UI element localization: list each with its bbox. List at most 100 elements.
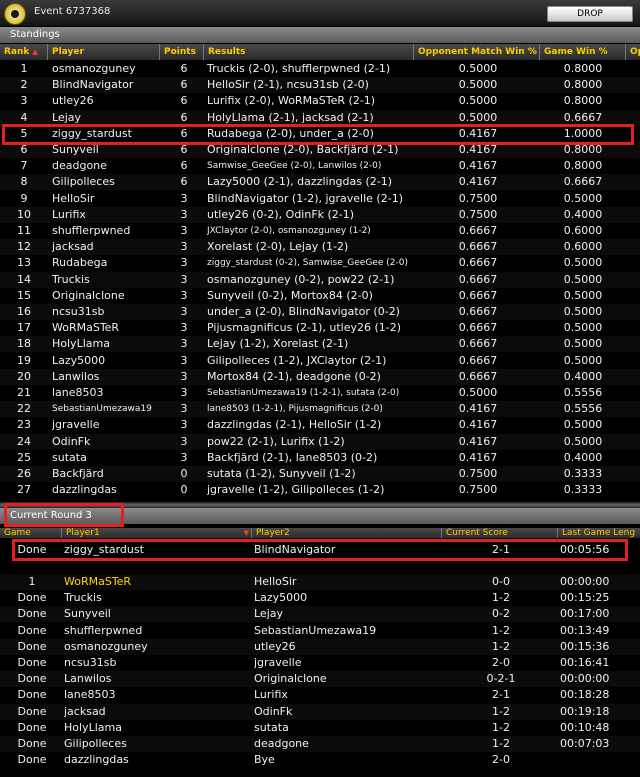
standings-row[interactable]: 15 Originalclone 3 Sunyveil (0-2), Mortox84… xyxy=(0,287,640,304)
game-win-cell: 0.4000 xyxy=(563,369,603,383)
standings-row[interactable]: 26 Backfjärd 0 sutata (1-2), Sunyveil (1-2)… xyxy=(0,466,640,482)
standings-row[interactable]: 11 shufflerpwned 3 JXClaytor (2-0), osmanoz… xyxy=(0,223,640,239)
standings-row[interactable]: 2 BlindNavigator 6 HelloSir (2-1), ncsu31sb… xyxy=(0,77,640,94)
player-cell: osmanozguney xyxy=(52,62,136,75)
standings-row[interactable]: 18 HolyLlama 3 Lejay (1-2), Xorelast (2-1) 0… xyxy=(0,336,640,353)
last-game-length-cell: 00:00:00 xyxy=(560,575,610,588)
rank-cell: 26 xyxy=(17,467,31,480)
omw-cell: 0.6667 xyxy=(458,224,498,237)
col-omw-header[interactable]: Opponent Match Win % xyxy=(414,44,540,60)
standings-row[interactable]: 14 Truckis 3 osmanozguney (0-2), pow22 (2-1… xyxy=(0,271,640,288)
round-row[interactable]: Done HolyLlama sutata 1-2 00:10:48 xyxy=(0,719,640,736)
standings-row[interactable]: 4 Lejay 6 HolyLlama (2-1), jacksad (2-1) 0.5… xyxy=(0,109,640,126)
omw-cell: 0.5000 xyxy=(458,386,498,399)
results-cell: Truckis (2-0), shufflerpwned (2-1) xyxy=(207,62,391,75)
game-win-cell: 0.5000 xyxy=(563,434,603,448)
game-win-cell: 0.5000 xyxy=(563,272,603,286)
standings-row[interactable]: 9 HelloSir 3 BlindNavigator (1-2), jgravell… xyxy=(0,190,640,207)
col-player-header[interactable]: Player xyxy=(48,44,160,60)
round-row[interactable]: Done lane8503 Lurifix 2-1 00:18:28 xyxy=(0,687,640,704)
col-last-game-header[interactable]: Last Game Leng xyxy=(558,528,640,538)
results-cell: osmanozguney (0-2), pow22 (2-1) xyxy=(207,272,395,286)
round-row[interactable]: Done jacksad OdinFk 1-2 00:19:18 xyxy=(0,703,640,720)
round-row[interactable]: Done ncsu31sb jgravelle 2-0 00:16:41 xyxy=(0,655,640,671)
round-section-label: Current Round 3 xyxy=(0,508,640,524)
round-row[interactable]: Done Lanwilos Originalclone 0-2-1 00:00:00 xyxy=(0,671,640,688)
standings-row[interactable]: 21 lane8503 3 SebastianUmezawa19 (1-2-1), s… xyxy=(0,385,640,401)
round-row[interactable]: Done shufflerpwned SebastianUmezawa19 1-2 00… xyxy=(0,622,640,639)
round-row[interactable]: Done osmanozguney utley26 1-2 00:15:36 xyxy=(0,638,640,655)
standings-row[interactable]: 7 deadgone 6 Samwise_GeeGee (2-0), Lanwilos… xyxy=(0,158,640,175)
round-row[interactable]: 1 WoRMaSTeR HelloSir 0-0 00:00:00 xyxy=(0,574,640,590)
player-cell: HolyLlama xyxy=(52,337,110,351)
score-cell: 1-2 xyxy=(492,591,510,605)
standings-row[interactable]: 6 Sunyveil 6 Originalclone (2-0), Backfjärd… xyxy=(0,142,640,158)
game-win-cell: 0.5556 xyxy=(563,402,603,416)
col-game-header[interactable]: Game xyxy=(0,528,62,538)
standings-row[interactable]: 24 OdinFk 3 pow22 (2-1), Lurifix (1-2) 0.416… xyxy=(0,433,640,450)
points-cell: 6 xyxy=(180,126,188,140)
points-cell: 3 xyxy=(180,450,188,464)
standings-row[interactable]: 19 Lazy5000 3 Gilipolleces (1-2), JXClaytor… xyxy=(0,352,640,369)
points-cell: 6 xyxy=(180,110,188,124)
score-cell: 1-2 xyxy=(492,704,510,718)
col-player1-header[interactable]: Player1 ▼ xyxy=(62,528,252,538)
rank-cell: 21 xyxy=(17,386,31,399)
standings-row[interactable]: 13 Rudabega 3 ziggy_stardust (0-2), Samwise… xyxy=(0,255,640,272)
game-win-cell: 0.8000 xyxy=(563,78,603,92)
standings-row[interactable]: 3 utley26 6 Lurifix (2-0), WoRMaSTeR (2-1) 0… xyxy=(0,93,640,110)
points-cell: 3 xyxy=(180,402,188,416)
round-row[interactable]: Done ziggy_stardust BlindNavigator 2-1 00:05… xyxy=(0,542,640,558)
standings-row[interactable]: 16 ncsu31sb 3 under_a (2-0), BlindNavigator… xyxy=(0,304,640,320)
col-gw-header[interactable]: Game Win % xyxy=(540,44,626,60)
round-row[interactable]: Done Gilipolleces deadgone 1-2 00:07:03 xyxy=(0,736,640,752)
last-game-length-cell: 00:17:00 xyxy=(560,607,610,621)
standings-row[interactable]: 22 SebastianUmezawa19 3 lane8503 (1-2-1), P… xyxy=(0,401,640,418)
rank-cell: 27 xyxy=(17,483,31,497)
standings-row[interactable]: 27 dazzlingdas 0 jgravelle (1-2), Gilipolle… xyxy=(0,482,640,499)
results-cell: BlindNavigator (1-2), jgravelle (2-1) xyxy=(207,191,403,205)
round-row[interactable]: Done Sunyveil Lejay 0-2 00:17:00 xyxy=(0,606,640,623)
event-title: Event 6737368 xyxy=(34,6,111,17)
player2-cell: SebastianUmezawa19 xyxy=(254,623,377,637)
rank-cell: 1 xyxy=(20,62,28,75)
standings-row[interactable]: 5 ziggy_stardust 6 Rudabega (2-0), under_a … xyxy=(0,125,640,142)
player2-cell: sutata xyxy=(254,720,289,734)
results-cell: HelloSir (2-1), ncsu31sb (2-0) xyxy=(207,78,369,92)
results-cell: dazzlingdas (2-1), HelloSir (1-2) xyxy=(207,418,382,432)
standings-row[interactable]: 12 jacksad 3 Xorelast (2-0), Lejay (1-2) 0.6… xyxy=(0,239,640,256)
round-row[interactable]: Done Truckis Lazy5000 1-2 00:15:25 xyxy=(0,590,640,607)
standings-row[interactable]: 1 osmanozguney 6 Truckis (2-0), shufflerpwn… xyxy=(0,61,640,77)
col-op-header[interactable]: Op xyxy=(626,44,640,60)
standings-row[interactable]: 25 sutata 3 Backfjärd (2-1), lane8503 (0-2)… xyxy=(0,449,640,466)
omw-cell: 0.5000 xyxy=(458,110,498,124)
rank-cell: 25 xyxy=(17,450,31,464)
col-points-header[interactable]: Points xyxy=(160,44,204,60)
player2-cell: Originalclone xyxy=(254,672,327,686)
player-cell: Lurifix xyxy=(52,207,86,221)
standings-row[interactable]: 20 Lanwilos 3 Mortox84 (2-1), deadgone (0-2… xyxy=(0,368,640,385)
points-cell: 0 xyxy=(180,467,188,480)
player-cell: WoRMaSTeR xyxy=(52,321,120,335)
results-cell: Lurifix (2-0), WoRMaSTeR (2-1) xyxy=(207,94,376,108)
drop-button[interactable]: DROP xyxy=(547,6,633,22)
omw-cell: 0.6667 xyxy=(458,305,498,318)
game-win-cell: 0.8000 xyxy=(563,159,603,173)
round-row[interactable]: Done dazzlingdas Bye 2-0 xyxy=(0,752,640,769)
standings-row[interactable]: 17 WoRMaSTeR 3 Pijusmagnificus (2-1), utley… xyxy=(0,320,640,337)
col-results-header[interactable]: Results xyxy=(204,44,414,60)
game-status-cell: Done xyxy=(17,688,47,702)
col-rank-header[interactable]: Rank ▲ xyxy=(0,44,48,60)
col-player2-header[interactable]: Player2 xyxy=(252,528,442,538)
game-win-cell: 0.8000 xyxy=(563,94,603,108)
player-cell: shufflerpwned xyxy=(52,224,131,237)
standings-row[interactable]: 10 Lurifix 3 utley26 (0-2), OdinFk (2-1) 0.7… xyxy=(0,206,640,223)
rank-cell: 22 xyxy=(17,402,31,416)
results-cell: under_a (2-0), BlindNavigator (0-2) xyxy=(207,305,400,318)
standings-row[interactable]: 8 Gilipolleces 6 Lazy5000 (2-1), dazzlingda… xyxy=(0,174,640,191)
standings-row[interactable]: 23 jgravelle 3 dazzlingdas (2-1), HelloSir … xyxy=(0,417,640,434)
omw-cell: 0.6667 xyxy=(458,288,498,302)
player2-cell: HelloSir xyxy=(254,575,297,588)
col-score-header[interactable]: Current Score xyxy=(442,528,558,538)
omw-cell: 0.4167 xyxy=(458,418,498,432)
